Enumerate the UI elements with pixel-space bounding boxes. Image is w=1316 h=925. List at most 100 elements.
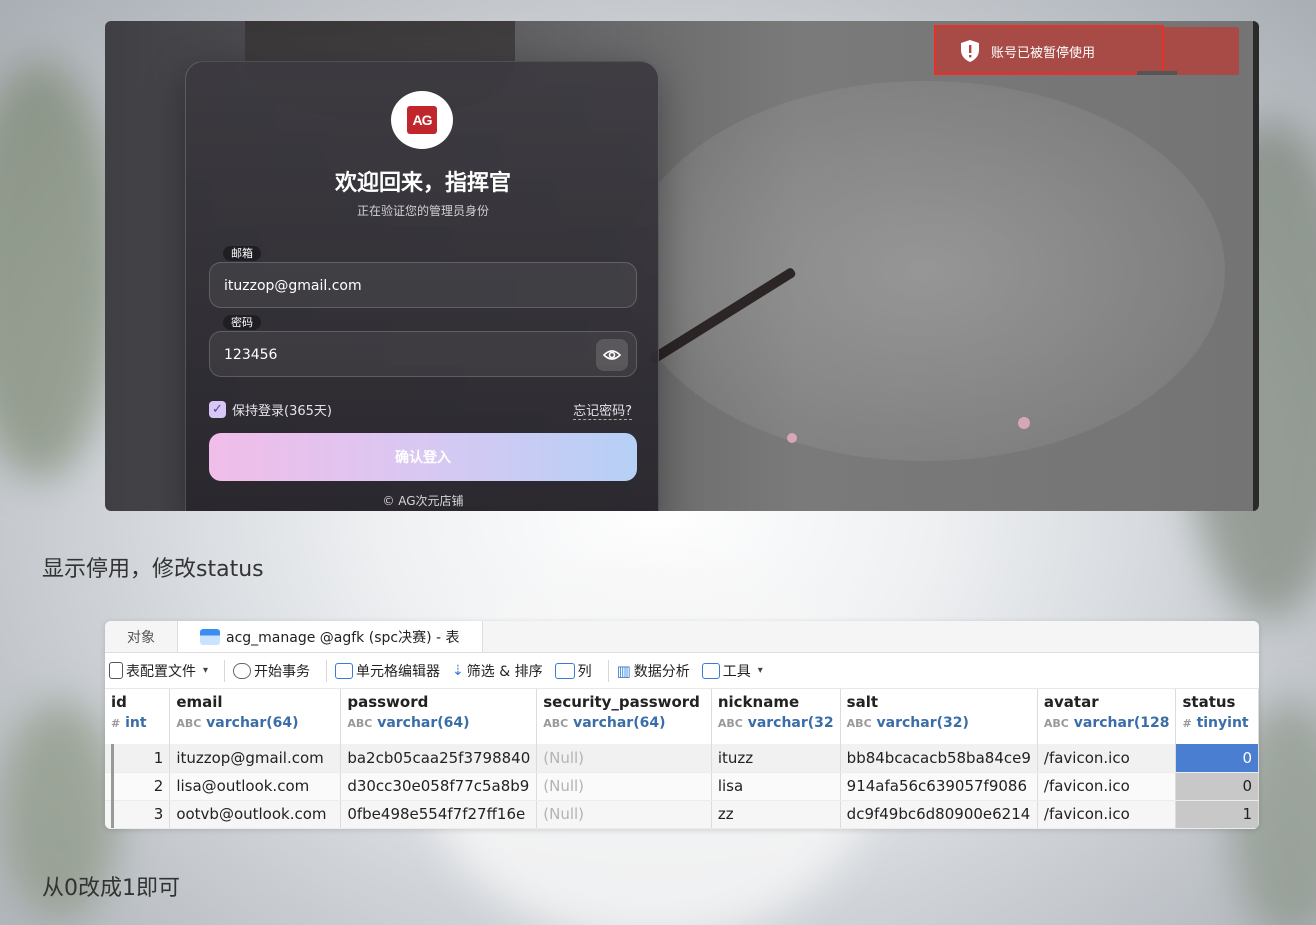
column-header[interactable]: security_password ABC varchar(64) — [536, 689, 712, 744]
table-config-button[interactable]: 表配置文件 ▾ — [107, 661, 218, 681]
table-cell[interactable]: lisa — [711, 772, 841, 801]
data-analysis-label: 数据分析 — [633, 663, 690, 680]
database-icon — [233, 662, 252, 679]
table-icon — [200, 628, 220, 645]
email-value: ituzzop@gmail.com — [224, 278, 362, 294]
tools-label: 工具 — [722, 663, 751, 680]
tools-button[interactable]: 工具 ▾ — [700, 661, 773, 681]
table-row[interactable]: 1 ituzzop@gmail.com ba2cb05caa25f3798840… — [105, 744, 1259, 773]
tab-objects[interactable]: 对象 — [105, 621, 177, 652]
toolbar-divider — [326, 659, 328, 682]
table-cell[interactable]: ba2cb05caa25f3798840 — [340, 744, 538, 773]
remember-me[interactable]: ✓ 保持登录(365天) — [209, 400, 332, 419]
background-petal — [787, 433, 797, 443]
checkmark-icon[interactable]: ✓ — [209, 401, 226, 418]
table-cell[interactable]: 0fbe498e554f7f27ff16e — [340, 800, 538, 829]
toast-progress — [1137, 71, 1177, 75]
column-header[interactable]: email ABC varchar(64) — [169, 689, 342, 744]
table-cell[interactable]: ituzzop@gmail.com — [169, 744, 342, 773]
login-screenshot: AG 欢迎回来，指挥官 正在验证您的管理员身份 邮箱 ituzzop@gmail… — [105, 21, 1259, 511]
highlight-box — [934, 25, 1164, 75]
data-analysis-button[interactable]: ▥ 数据分析 — [615, 661, 700, 681]
forgot-password-link[interactable]: 忘记密码? — [573, 400, 632, 420]
table-cell[interactable]: /favicon.ico — [1037, 772, 1177, 801]
login-subtitle: 正在验证您的管理员身份 — [356, 204, 489, 218]
cell-editor-label: 单元格编辑器 — [356, 663, 441, 680]
status-cell-selected[interactable]: 0 — [1175, 744, 1259, 773]
eye-icon — [603, 350, 621, 360]
tab-table[interactable]: acg_manage @agfk (spc决赛) - 表 — [177, 621, 483, 652]
table-cell[interactable]: ootvb@outlook.com — [169, 800, 342, 829]
begin-transaction-label: 开始事务 — [254, 663, 311, 680]
password-value: 123456 — [224, 347, 278, 363]
email-label: 邮箱 — [223, 246, 261, 261]
table-config-label: 表配置文件 — [126, 663, 196, 680]
table-cell[interactable]: 914afa56c639057f9086 — [840, 772, 1038, 801]
table-cell[interactable]: 3 — [105, 800, 171, 829]
filter-sort-button[interactable]: ⇣ 筛选 & 排序 — [450, 661, 553, 681]
table-cell[interactable]: /favicon.ico — [1037, 800, 1177, 829]
toolbar-divider — [224, 659, 226, 682]
columns-button[interactable]: 列 — [553, 661, 602, 681]
table-cell[interactable]: 1 — [105, 744, 171, 773]
filter-icon: ⇣ — [452, 662, 464, 679]
background-foliage-left — [0, 60, 120, 480]
tab-bar: 对象 acg_manage @agfk (spc决赛) - 表 — [105, 621, 1259, 653]
table-cell[interactable]: 2 — [105, 772, 171, 801]
table-cell[interactable]: (Null) — [536, 800, 712, 829]
header-row: id # int email ABC varchar(64) password ABC… — [105, 689, 1259, 744]
table-cell[interactable]: zz — [711, 800, 841, 829]
grid-icon — [554, 662, 575, 679]
logo-mark: AG — [407, 106, 437, 134]
brand-logo: AG — [391, 91, 453, 149]
table-cell[interactable]: lisa@outlook.com — [169, 772, 342, 801]
chart-icon: ▥ — [616, 661, 631, 680]
tab-table-label: acg_manage @agfk (spc决赛) - 表 — [226, 629, 460, 646]
toggle-password-visibility-button[interactable] — [596, 339, 628, 371]
table-cell[interactable]: dc9f49bc6d80900e6214 — [840, 800, 1038, 829]
column-header[interactable]: password ABC varchar(64) — [340, 689, 538, 744]
columns-label: 列 — [577, 663, 592, 680]
cell-editor-button[interactable]: 单元格编辑器 — [333, 661, 450, 681]
note-text-1: 显示停用，修改status — [42, 557, 264, 582]
column-header[interactable]: salt ABC varchar(32) — [840, 689, 1038, 744]
email-field[interactable]: ituzzop@gmail.com — [209, 262, 637, 308]
note-text-2: 从0改成1即可 — [42, 876, 180, 901]
table-cell[interactable]: d30cc30e058f77c5a8b9 — [340, 772, 538, 801]
row-selector-bar[interactable] — [111, 744, 114, 828]
scrollbar[interactable] — [1253, 21, 1259, 511]
table-cell[interactable]: ituzz — [711, 744, 841, 773]
db-table-screenshot: 对象 acg_manage @agfk (spc决赛) - 表 表配置文件 ▾ … — [105, 621, 1259, 829]
toolbar: 表配置文件 ▾ 开始事务 单元格编辑器 ⇣ 筛选 & 排序 列 ▥ 数据分析 工… — [105, 653, 1259, 689]
column-header[interactable]: nickname ABC varchar(32 — [711, 689, 841, 744]
begin-transaction-button[interactable]: 开始事务 — [231, 661, 320, 681]
status-cell[interactable]: 1 — [1175, 800, 1259, 829]
remember-label: 保持登录(365天) — [232, 404, 332, 419]
background-petal — [1018, 417, 1030, 429]
chevron-down-icon: ▾ — [203, 665, 209, 676]
column-header[interactable]: avatar ABC varchar(128 — [1037, 689, 1177, 744]
chevron-down-icon: ▾ — [757, 665, 763, 676]
table-row[interactable]: 3 ootvb@outlook.com 0fbe498e554f7f27ff16… — [105, 800, 1259, 829]
table-cell[interactable]: (Null) — [536, 744, 712, 773]
column-header[interactable]: status # tinyint — [1175, 689, 1259, 744]
column-header[interactable]: id # int — [105, 689, 171, 744]
data-grid: id # int email ABC varchar(64) password ABC… — [105, 689, 1259, 829]
login-title: 欢迎回来，指挥官 — [334, 171, 511, 196]
filter-sort-label: 筛选 & 排序 — [466, 663, 543, 680]
status-cell[interactable]: 0 — [1175, 772, 1259, 801]
table-cell[interactable]: /favicon.ico — [1037, 744, 1177, 773]
file-icon — [109, 662, 123, 679]
table-cell[interactable]: (Null) — [536, 772, 712, 801]
login-card: AG 欢迎回来，指挥官 正在验证您的管理员身份 邮箱 ituzzop@gmail… — [185, 61, 659, 511]
toolbar-divider — [607, 659, 609, 682]
password-label: 密码 — [223, 315, 261, 330]
copyright: © AG次元店铺 — [382, 494, 464, 508]
login-button[interactable]: 确认登入 — [209, 433, 637, 481]
toolbox-icon — [701, 662, 720, 679]
password-field[interactable]: 123456 — [209, 331, 637, 377]
pencil-icon — [335, 662, 354, 679]
table-row[interactable]: 2 lisa@outlook.com d30cc30e058f77c5a8b9 … — [105, 772, 1259, 801]
table-cell[interactable]: bb84bcacacb58ba84ce9 — [840, 744, 1038, 773]
background-glow — [625, 81, 1225, 461]
